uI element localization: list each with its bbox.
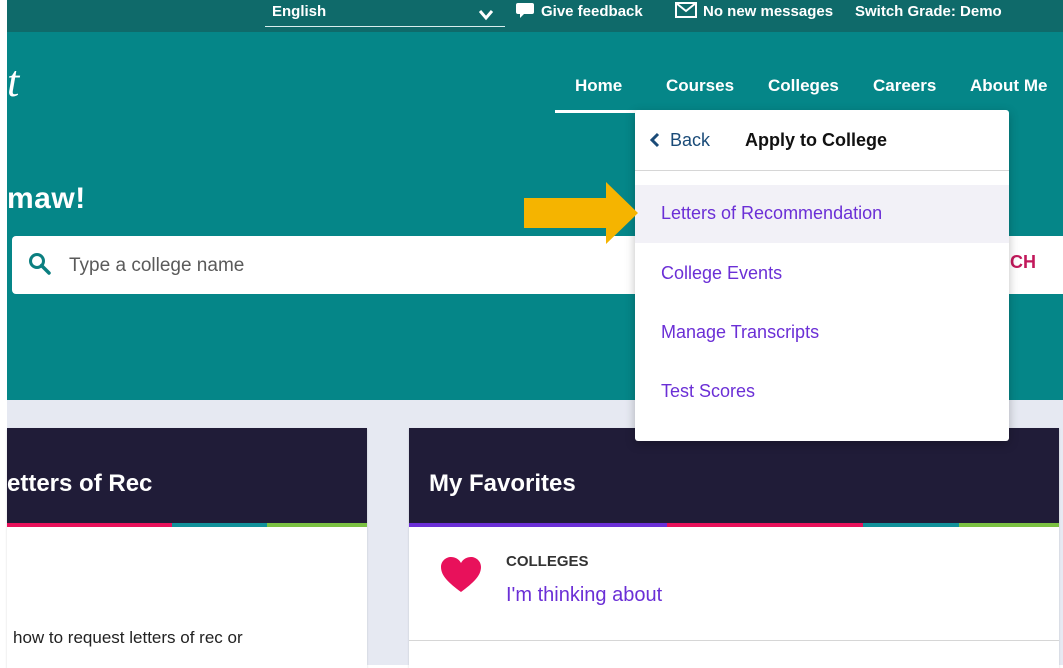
nav-about-me[interactable]: About Me <box>970 74 1047 98</box>
menu-item-test-scores[interactable]: Test Scores <box>635 363 1009 421</box>
card-title: My Favorites <box>429 470 576 497</box>
nav-courses[interactable]: Courses <box>666 74 734 98</box>
give-feedback-label: Give feedback <box>541 3 643 20</box>
card-title: etters of Rec <box>7 470 153 497</box>
back-label: Back <box>670 130 711 150</box>
search-button[interactable]: CH <box>1010 252 1036 273</box>
chevron-down-icon <box>478 5 494 29</box>
my-favorites-card: My Favorites COLLEGES I'm thinking about <box>409 428 1059 668</box>
feedback-icon <box>515 2 535 26</box>
menu-item-label: College Events <box>661 263 783 283</box>
utility-bar: English Give feedback No new messages Sw… <box>7 0 1063 32</box>
apply-to-college-menu: Back Apply to College Letters of Recomme… <box>635 110 1009 441</box>
favorite-row[interactable]: COLLEGES I'm thinking about <box>409 527 1059 641</box>
card-body-text: how to request letters of rec or <box>13 628 243 647</box>
nav-colleges[interactable]: Colleges <box>768 74 839 98</box>
annotation-arrow-icon <box>524 180 640 251</box>
search-icon <box>28 252 52 281</box>
menu-title: Apply to College <box>745 130 888 150</box>
letters-of-rec-card: etters of Rec how to request letters of … <box>7 428 367 668</box>
college-search-input[interactable] <box>67 250 591 282</box>
card-header: My Favorites <box>409 428 1059 523</box>
envelope-icon <box>675 2 697 26</box>
switch-grade-value: Demo <box>960 3 1002 20</box>
menu-item-label: Manage Transcripts <box>661 322 820 342</box>
give-feedback-link[interactable]: Give feedback <box>515 0 643 26</box>
card-stripe <box>7 523 367 527</box>
language-select[interactable]: English <box>265 0 505 27</box>
menu-item-label: Test Scores <box>661 381 756 401</box>
menu-item-manage-transcripts[interactable]: Manage Transcripts <box>635 304 1009 362</box>
menu-item-letters-of-recommendation[interactable]: Letters of Recommendation <box>635 185 1009 243</box>
menu-item-label: Letters of Recommendation <box>661 203 883 223</box>
nav-home[interactable]: Home <box>554 74 643 113</box>
messages-label: No new messages <box>703 3 834 20</box>
main-nav: Home Courses Colleges Careers About Me <box>7 74 1063 114</box>
chevron-left-icon <box>649 132 660 153</box>
favorite-link[interactable]: I'm thinking about <box>506 584 662 607</box>
messages-link[interactable]: No new messages <box>675 0 833 26</box>
menu-item-college-events[interactable]: College Events <box>635 245 1009 303</box>
switch-grade-label: Switch Grade: <box>855 3 956 20</box>
menu-header: Back Apply to College <box>635 110 1009 171</box>
heart-icon <box>441 557 481 598</box>
back-button[interactable]: Back <box>649 130 711 153</box>
favorite-category: COLLEGES <box>506 553 589 570</box>
greeting-heading: maw! <box>7 182 86 215</box>
card-header: etters of Rec <box>7 428 367 523</box>
nav-careers[interactable]: Careers <box>873 74 936 98</box>
language-select-value: English <box>272 3 327 20</box>
switch-grade[interactable]: Switch Grade: Demo <box>855 0 1002 24</box>
